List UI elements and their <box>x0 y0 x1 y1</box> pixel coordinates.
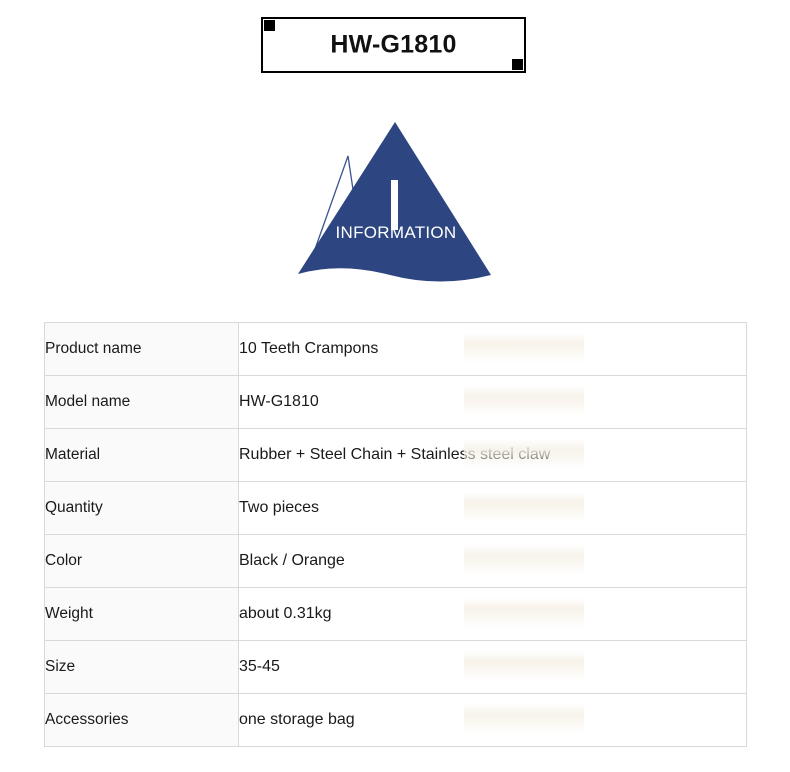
table-row: Color Black / Orange <box>44 534 747 588</box>
spec-value-weight: about 0.31kg <box>238 587 747 641</box>
spec-label-model-name: Model name <box>44 375 239 429</box>
spec-label-product-name: Product name <box>44 322 239 376</box>
table-row: Size 35-45 <box>44 640 747 694</box>
information-banner-graphic: INFORMATION <box>290 112 502 292</box>
banner-corner-accent-bottom-right <box>512 59 523 70</box>
spec-label-material: Material <box>44 428 239 482</box>
spec-table-body: Product name 10 Teeth Crampons Model nam… <box>44 322 747 747</box>
table-row: Material Rubber + Steel Chain + Stainles… <box>44 428 747 482</box>
banner-corner-accent-top-left <box>264 20 275 31</box>
spec-value-quantity: Two pieces <box>238 481 747 535</box>
spec-value-accessories: one storage bag <box>238 693 747 747</box>
spec-value-model-name: HW-G1810 <box>238 375 747 429</box>
spec-value-product-name: 10 Teeth Crampons <box>238 322 747 376</box>
table-row: Quantity Two pieces <box>44 481 747 535</box>
information-label: INFORMATION <box>335 223 457 242</box>
table-row: Accessories one storage bag <box>44 693 747 747</box>
spec-value-size: 35-45 <box>238 640 747 694</box>
spec-value-color: Black / Orange <box>238 534 747 588</box>
spec-label-color: Color <box>44 534 239 588</box>
table-row: Model name HW-G1810 <box>44 375 747 429</box>
product-title: HW-G1810 <box>330 30 457 59</box>
table-row: Product name 10 Teeth Crampons <box>44 322 747 376</box>
spec-label-weight: Weight <box>44 587 239 641</box>
table-row: Weight about 0.31kg <box>44 587 747 641</box>
product-spec-table: Product name 10 Teeth Crampons Model nam… <box>44 322 747 747</box>
spec-value-material: Rubber + Steel Chain + Stainless steel c… <box>238 428 747 482</box>
product-title-banner: HW-G1810 <box>261 17 526 73</box>
spec-label-accessories: Accessories <box>44 693 239 747</box>
spec-label-size: Size <box>44 640 239 694</box>
spec-label-quantity: Quantity <box>44 481 239 535</box>
